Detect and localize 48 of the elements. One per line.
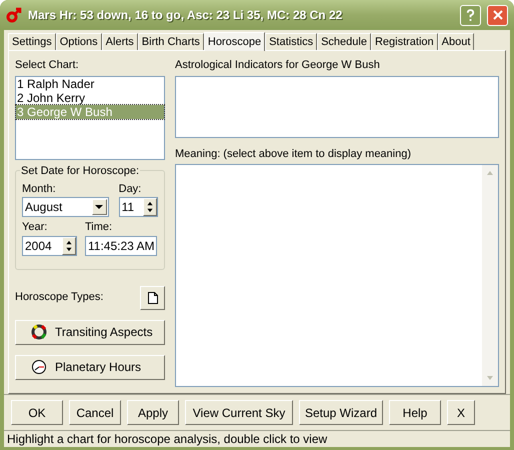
tab[interactable]: Settings [8,33,56,50]
day-label: Day: [118,182,142,196]
year-field[interactable]: 2004 [22,236,77,256]
indicators-list[interactable] [175,76,499,138]
tab[interactable]: Alerts [102,33,138,50]
horoscope-type-button[interactable]: Transiting Aspects [15,320,165,344]
chart-list-item[interactable]: 2 John Kerry [16,90,164,104]
close-button[interactable] [487,4,508,26]
dialog-button[interactable]: Setup Wizard [299,400,383,425]
dialog-button[interactable]: View Current Sky [185,400,293,425]
spin-buttons[interactable] [143,198,157,216]
tab[interactable]: Registration [370,33,438,50]
meaning-label: Meaning: (select above item to display meaning) [175,146,412,162]
wheel-icon [31,324,47,340]
spin-buttons[interactable] [62,236,76,254]
chart-list[interactable]: 1 Ralph Nader 2 John Kerry 3 George W Bush [15,76,165,160]
day-field[interactable]: 11 [118,197,158,217]
tab[interactable]: Options [56,33,102,50]
horoscope-types-label: Horoscope Types: [15,290,104,306]
tab[interactable]: Statistics [265,33,318,50]
indicators-label: Astrological Indicators for George W Bush [175,58,381,73]
scroll-bar[interactable] [482,165,498,386]
dialog-button[interactable]: Help [389,400,441,425]
status-bar: Highlight a chart for horoscope analysis, double click to view [4,430,510,447]
month-dropdown[interactable]: August [22,197,109,217]
tab[interactable]: Birth Charts [138,33,204,50]
tab[interactable]: About [438,33,474,50]
new-document-button[interactable] [140,286,165,310]
dialog-button[interactable]: Apply [127,400,179,425]
help-button[interactable] [460,4,481,26]
month-label: Month: [22,182,57,196]
clock-icon [31,359,47,375]
time-label: Time: [85,220,114,235]
dialog-button[interactable]: OK [11,400,63,425]
window-title: Mars Hr: 53 down, 16 to go, Asc: 23 Li 35, MC: 28 Cn 22 [28,7,344,24]
chart-list-item[interactable]: 1 Ralph Nader [16,76,164,90]
help-icon [466,8,475,22]
select-chart-label: Select Chart: [15,58,80,73]
tab[interactable]: Horoscope [204,32,266,51]
dialog-button[interactable]: Cancel [69,400,121,425]
mars-symbol-icon [6,7,22,23]
year-label: Year: [22,220,48,235]
time-field[interactable]: 11:45:23 AM [85,236,157,256]
horoscope-type-button[interactable]: Planetary Hours [15,354,165,380]
dialog-button[interactable]: X [447,400,475,425]
tab[interactable]: Schedule [317,33,371,50]
document-icon [148,292,158,304]
close-icon [492,10,502,20]
